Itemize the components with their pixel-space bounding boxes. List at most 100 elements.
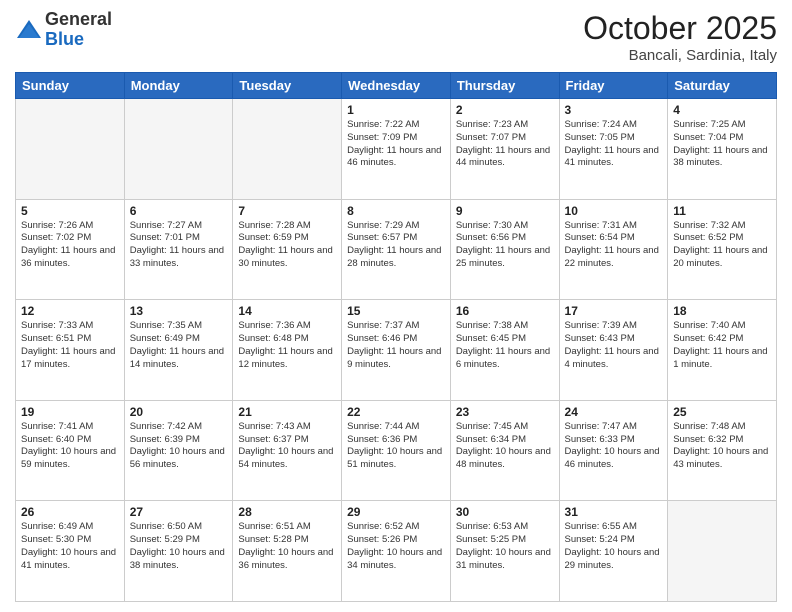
day-info: Sunrise: 7:29 AM Sunset: 6:57 PM Dayligh… bbox=[347, 220, 445, 271]
day-number: 22 bbox=[347, 405, 445, 419]
day-number: 8 bbox=[347, 204, 445, 218]
day-number: 11 bbox=[673, 204, 771, 218]
day-number: 4 bbox=[673, 103, 771, 117]
day-header: Friday bbox=[559, 73, 668, 99]
day-number: 23 bbox=[456, 405, 554, 419]
logo: General Blue bbox=[15, 10, 112, 50]
day-number: 1 bbox=[347, 103, 445, 117]
day-info: Sunrise: 7:23 AM Sunset: 7:07 PM Dayligh… bbox=[456, 119, 554, 170]
month-title: October 2025 bbox=[583, 10, 777, 47]
day-info: Sunrise: 7:41 AM Sunset: 6:40 PM Dayligh… bbox=[21, 421, 119, 472]
day-number: 24 bbox=[565, 405, 663, 419]
logo-general: General bbox=[45, 10, 112, 30]
day-cell: 11 Sunrise: 7:32 AM Sunset: 6:52 PM Dayli… bbox=[668, 199, 777, 300]
day-info: Sunrise: 7:37 AM Sunset: 6:46 PM Dayligh… bbox=[347, 320, 445, 371]
day-info: Sunrise: 6:52 AM Sunset: 5:26 PM Dayligh… bbox=[347, 521, 445, 572]
day-cell: 5 Sunrise: 7:26 AM Sunset: 7:02 PM Daylig… bbox=[16, 199, 125, 300]
day-cell: 28 Sunrise: 6:51 AM Sunset: 5:28 PM Dayli… bbox=[233, 501, 342, 602]
day-cell: 31 Sunrise: 6:55 AM Sunset: 5:24 PM Dayli… bbox=[559, 501, 668, 602]
logo-blue: Blue bbox=[45, 30, 112, 50]
day-info: Sunrise: 7:38 AM Sunset: 6:45 PM Dayligh… bbox=[456, 320, 554, 371]
day-number: 3 bbox=[565, 103, 663, 117]
day-cell: 3 Sunrise: 7:24 AM Sunset: 7:05 PM Daylig… bbox=[559, 99, 668, 200]
day-number: 20 bbox=[130, 405, 228, 419]
day-number: 5 bbox=[21, 204, 119, 218]
day-number: 6 bbox=[130, 204, 228, 218]
day-number: 29 bbox=[347, 505, 445, 519]
day-info: Sunrise: 7:47 AM Sunset: 6:33 PM Dayligh… bbox=[565, 421, 663, 472]
day-cell: 10 Sunrise: 7:31 AM Sunset: 6:54 PM Dayli… bbox=[559, 199, 668, 300]
day-cell: 13Sunrise: 7:35 AM Sunset: 6:49 PM Dayli… bbox=[124, 300, 233, 401]
day-info: Sunrise: 7:25 AM Sunset: 7:04 PM Dayligh… bbox=[673, 119, 771, 170]
week-row: 1 Sunrise: 7:22 AM Sunset: 7:09 PM Daylig… bbox=[16, 99, 777, 200]
page: General Blue October 2025 Bancali, Sardi… bbox=[0, 0, 792, 612]
day-cell: 17 Sunrise: 7:39 AM Sunset: 6:43 PM Dayli… bbox=[559, 300, 668, 401]
day-number: 16 bbox=[456, 304, 554, 318]
day-number: 12 bbox=[21, 304, 119, 318]
day-info: Sunrise: 7:30 AM Sunset: 6:56 PM Dayligh… bbox=[456, 220, 554, 271]
day-cell bbox=[16, 99, 125, 200]
day-number: 30 bbox=[456, 505, 554, 519]
day-number: 18 bbox=[673, 304, 771, 318]
day-cell: 18 Sunrise: 7:40 AM Sunset: 6:42 PM Dayli… bbox=[668, 300, 777, 401]
day-info: Sunrise: 7:32 AM Sunset: 6:52 PM Dayligh… bbox=[673, 220, 771, 271]
day-cell: 7Sunrise: 7:28 AM Sunset: 6:59 PM Daylig… bbox=[233, 199, 342, 300]
day-number: 25 bbox=[673, 405, 771, 419]
day-cell: 22 Sunrise: 7:44 AM Sunset: 6:36 PM Dayli… bbox=[342, 400, 451, 501]
day-cell: 24 Sunrise: 7:47 AM Sunset: 6:33 PM Dayli… bbox=[559, 400, 668, 501]
day-info: Sunrise: 7:35 AM Sunset: 6:49 PM Dayligh… bbox=[130, 320, 228, 371]
day-cell: 1 Sunrise: 7:22 AM Sunset: 7:09 PM Daylig… bbox=[342, 99, 451, 200]
day-info: Sunrise: 7:31 AM Sunset: 6:54 PM Dayligh… bbox=[565, 220, 663, 271]
day-cell: 9 Sunrise: 7:30 AM Sunset: 6:56 PM Daylig… bbox=[450, 199, 559, 300]
day-cell: 19 Sunrise: 7:41 AM Sunset: 6:40 PM Dayli… bbox=[16, 400, 125, 501]
day-info: Sunrise: 7:24 AM Sunset: 7:05 PM Dayligh… bbox=[565, 119, 663, 170]
day-info: Sunrise: 7:43 AM Sunset: 6:37 PM Dayligh… bbox=[238, 421, 336, 472]
day-cell bbox=[124, 99, 233, 200]
day-number: 14 bbox=[238, 304, 336, 318]
day-number: 10 bbox=[565, 204, 663, 218]
day-info: Sunrise: 6:55 AM Sunset: 5:24 PM Dayligh… bbox=[565, 521, 663, 572]
day-info: Sunrise: 7:27 AM Sunset: 7:01 PM Dayligh… bbox=[130, 220, 228, 271]
day-cell: 23 Sunrise: 7:45 AM Sunset: 6:34 PM Dayli… bbox=[450, 400, 559, 501]
day-cell: 4 Sunrise: 7:25 AM Sunset: 7:04 PM Daylig… bbox=[668, 99, 777, 200]
day-cell: 30 Sunrise: 6:53 AM Sunset: 5:25 PM Dayli… bbox=[450, 501, 559, 602]
day-info: Sunrise: 7:36 AM Sunset: 6:48 PM Dayligh… bbox=[238, 320, 336, 371]
day-number: 19 bbox=[21, 405, 119, 419]
day-number: 31 bbox=[565, 505, 663, 519]
day-header: Thursday bbox=[450, 73, 559, 99]
day-number: 2 bbox=[456, 103, 554, 117]
week-row: 19 Sunrise: 7:41 AM Sunset: 6:40 PM Dayli… bbox=[16, 400, 777, 501]
day-header: Monday bbox=[124, 73, 233, 99]
day-cell: 21 Sunrise: 7:43 AM Sunset: 6:37 PM Dayli… bbox=[233, 400, 342, 501]
day-info: Sunrise: 7:28 AM Sunset: 6:59 PM Dayligh… bbox=[238, 220, 336, 271]
header: General Blue October 2025 Bancali, Sardi… bbox=[15, 10, 777, 64]
day-number: 17 bbox=[565, 304, 663, 318]
week-row: 12 Sunrise: 7:33 AM Sunset: 6:51 PM Dayli… bbox=[16, 300, 777, 401]
day-info: Sunrise: 7:45 AM Sunset: 6:34 PM Dayligh… bbox=[456, 421, 554, 472]
day-cell: 16 Sunrise: 7:38 AM Sunset: 6:45 PM Dayli… bbox=[450, 300, 559, 401]
day-number: 21 bbox=[238, 405, 336, 419]
day-info: Sunrise: 7:33 AM Sunset: 6:51 PM Dayligh… bbox=[21, 320, 119, 371]
day-number: 9 bbox=[456, 204, 554, 218]
day-number: 28 bbox=[238, 505, 336, 519]
day-cell: 2 Sunrise: 7:23 AM Sunset: 7:07 PM Daylig… bbox=[450, 99, 559, 200]
day-info: Sunrise: 7:39 AM Sunset: 6:43 PM Dayligh… bbox=[565, 320, 663, 371]
day-info: Sunrise: 7:40 AM Sunset: 6:42 PM Dayligh… bbox=[673, 320, 771, 371]
day-info: Sunrise: 7:42 AM Sunset: 6:39 PM Dayligh… bbox=[130, 421, 228, 472]
day-cell bbox=[668, 501, 777, 602]
day-header: Wednesday bbox=[342, 73, 451, 99]
day-cell: 14 Sunrise: 7:36 AM Sunset: 6:48 PM Dayli… bbox=[233, 300, 342, 401]
day-info: Sunrise: 7:26 AM Sunset: 7:02 PM Dayligh… bbox=[21, 220, 119, 271]
day-cell: 8 Sunrise: 7:29 AM Sunset: 6:57 PM Daylig… bbox=[342, 199, 451, 300]
day-info: Sunrise: 6:53 AM Sunset: 5:25 PM Dayligh… bbox=[456, 521, 554, 572]
day-info: Sunrise: 6:51 AM Sunset: 5:28 PM Dayligh… bbox=[238, 521, 336, 572]
day-info: Sunrise: 7:44 AM Sunset: 6:36 PM Dayligh… bbox=[347, 421, 445, 472]
day-cell: 20 Sunrise: 7:42 AM Sunset: 6:39 PM Dayli… bbox=[124, 400, 233, 501]
day-info: Sunrise: 7:48 AM Sunset: 6:32 PM Dayligh… bbox=[673, 421, 771, 472]
day-cell: 26Sunrise: 6:49 AM Sunset: 5:30 PM Dayli… bbox=[16, 501, 125, 602]
day-cell: 15Sunrise: 7:37 AM Sunset: 6:46 PM Dayli… bbox=[342, 300, 451, 401]
day-info: Sunrise: 7:22 AM Sunset: 7:09 PM Dayligh… bbox=[347, 119, 445, 170]
location: Bancali, Sardinia, Italy bbox=[583, 47, 777, 64]
logo-icon bbox=[15, 16, 43, 44]
day-header: Tuesday bbox=[233, 73, 342, 99]
